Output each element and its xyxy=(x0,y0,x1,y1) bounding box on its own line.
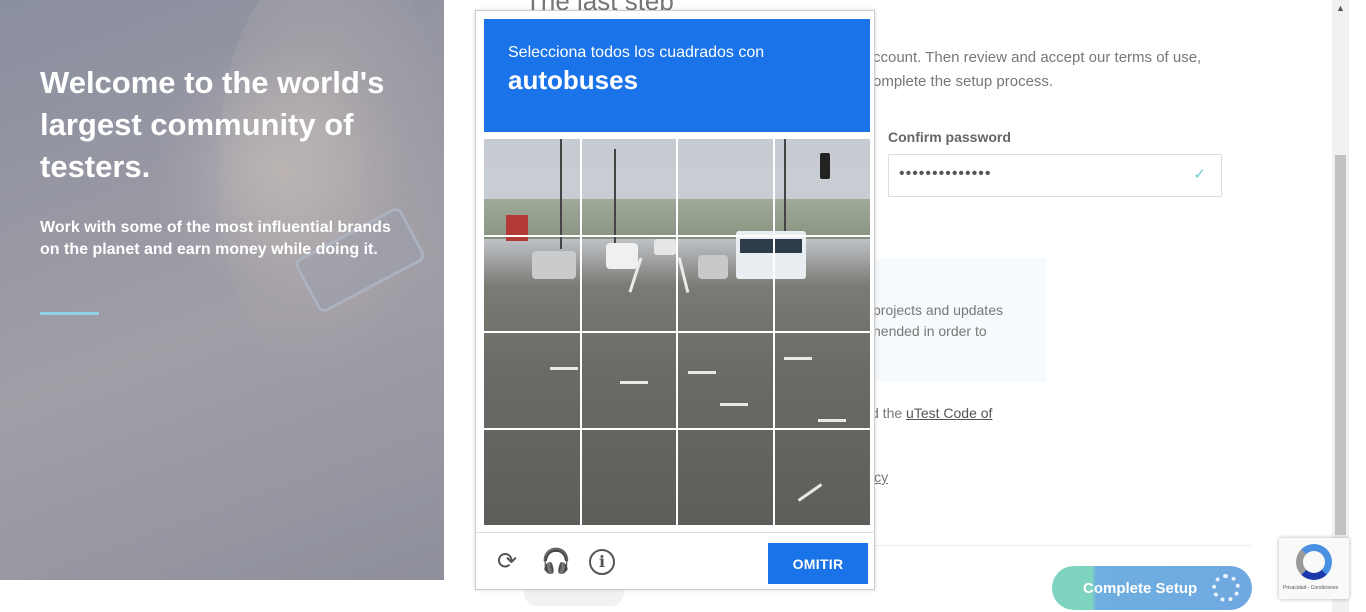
hero-title: Welcome to the world's largest community… xyxy=(40,65,385,184)
captcha-tile[interactable] xyxy=(775,430,870,525)
captcha-tile[interactable] xyxy=(678,333,773,428)
captcha-tile[interactable] xyxy=(678,139,773,234)
complete-setup-label: Complete Setup xyxy=(1083,579,1198,597)
captcha-tile[interactable] xyxy=(581,236,676,331)
scroll-up-icon[interactable]: ▲ xyxy=(1332,0,1349,17)
code-prefix: d the xyxy=(871,405,907,421)
reload-icon[interactable]: ⟳ xyxy=(494,549,520,575)
info-text: projects and updates nended in order to xyxy=(873,302,1003,339)
recaptcha-logo-icon xyxy=(1296,544,1332,580)
captcha-instruction: Selecciona todos los cuadrados con xyxy=(508,44,765,61)
captcha-challenge: Selecciona todos los cuadrados con autob… xyxy=(475,10,875,590)
captcha-tile[interactable] xyxy=(581,139,676,234)
captcha-object: autobuses xyxy=(508,65,639,95)
check-icon: ✓ xyxy=(1193,166,1207,183)
form-divider xyxy=(874,545,1252,546)
confirm-password-field[interactable]: •••••••••••••• ✓ xyxy=(888,154,1222,197)
captcha-tile[interactable] xyxy=(775,139,870,234)
code-of-conduct-link[interactable]: uTest Code of xyxy=(906,405,992,421)
recaptcha-badge[interactable]: Privacidad - Condiciones xyxy=(1279,538,1349,599)
skip-button[interactable]: OMITIR xyxy=(768,543,868,584)
captcha-tile[interactable] xyxy=(484,139,579,234)
scrollbar-thumb[interactable] xyxy=(1335,155,1346,535)
code-of-conduct-text: d the uTest Code of xyxy=(871,405,992,421)
captcha-footer: ⟳ 🎧 i OMITIR xyxy=(476,532,874,590)
hero-panel: Welcome to the world's largest community… xyxy=(0,0,444,580)
captcha-tile[interactable] xyxy=(581,430,676,525)
captcha-tile[interactable] xyxy=(678,236,773,331)
captcha-tile-grid xyxy=(484,139,870,525)
intro-text: ccount. Then review and accept our terms… xyxy=(873,49,1202,90)
info-icon[interactable]: i xyxy=(589,549,615,575)
headphones-icon[interactable]: 🎧 xyxy=(541,549,571,575)
hero-subtitle: Work with some of the most influential b… xyxy=(40,219,391,258)
captcha-tile[interactable] xyxy=(484,430,579,525)
captcha-tile[interactable] xyxy=(775,333,870,428)
captcha-header: Selecciona todos los cuadrados con autob… xyxy=(484,19,870,132)
complete-setup-button[interactable]: Complete Setup xyxy=(1052,566,1252,610)
confirm-password-label: Confirm password xyxy=(888,129,1011,145)
captcha-tile[interactable] xyxy=(484,333,579,428)
confirm-password-value: •••••••••••••• xyxy=(899,165,992,182)
hero-divider xyxy=(40,312,99,315)
captcha-tile[interactable] xyxy=(678,430,773,525)
spinner-icon xyxy=(1212,574,1240,602)
captcha-tile[interactable] xyxy=(775,236,870,331)
recaptcha-terms[interactable]: Privacidad - Condiciones xyxy=(1283,585,1338,591)
captcha-tile[interactable] xyxy=(484,236,579,331)
captcha-tile[interactable] xyxy=(581,333,676,428)
